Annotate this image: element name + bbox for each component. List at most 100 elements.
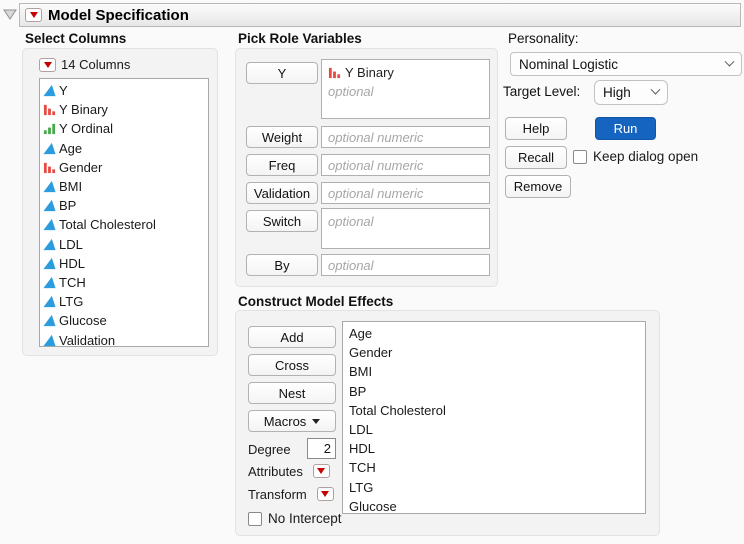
model-specification-dialog: { "header": { "title": "Model Specificat… — [0, 0, 744, 544]
column-item[interactable]: LTG — [43, 292, 205, 311]
construct-model-effects-label: Construct Model Effects — [238, 294, 393, 309]
disclosure-triangle-icon[interactable] — [3, 9, 17, 20]
pick-role-variables-label: Pick Role Variables — [238, 31, 362, 46]
column-item[interactable]: Total Cholesterol — [43, 215, 205, 234]
attributes-label: Attributes — [248, 464, 303, 479]
nest-button[interactable]: Nest — [248, 382, 336, 404]
effect-item[interactable]: HDL — [349, 439, 639, 458]
keep-dialog-open-label: Keep dialog open — [593, 149, 698, 164]
continuous-icon — [43, 257, 56, 270]
effect-item[interactable]: BMI — [349, 362, 639, 381]
macros-label: Macros — [264, 414, 307, 429]
select-columns-panel: 14 Columns Y Y Binary Y Ordinal Age Gend… — [22, 48, 218, 356]
column-item[interactable]: TCH — [43, 273, 205, 292]
target-level-label: Target Level: — [503, 84, 580, 99]
remove-button[interactable]: Remove — [505, 175, 571, 198]
add-button[interactable]: Add — [248, 326, 336, 348]
freq-role-button[interactable]: Freq — [246, 154, 318, 176]
nominal-icon — [43, 103, 56, 116]
column-item[interactable]: Y — [43, 81, 205, 100]
chevron-down-icon — [651, 85, 661, 95]
y-optional-placeholder: optional — [328, 82, 483, 101]
personality-label: Personality: — [508, 31, 579, 46]
continuous-icon — [43, 180, 56, 193]
attributes-menu-icon[interactable] — [313, 464, 330, 478]
continuous-icon — [43, 142, 56, 155]
effect-item[interactable]: TCH — [349, 458, 639, 477]
cross-button[interactable]: Cross — [248, 354, 336, 376]
transform-label: Transform — [248, 487, 307, 502]
target-level-value: High — [603, 85, 631, 100]
by-role-button[interactable]: By — [246, 254, 318, 276]
effect-item[interactable]: LDL — [349, 420, 639, 439]
continuous-icon — [43, 276, 56, 289]
validation-role-button[interactable]: Validation — [246, 182, 318, 204]
switch-optional-placeholder: optional — [328, 212, 483, 231]
effect-item[interactable]: Glucose — [349, 497, 639, 514]
page-title: Model Specification — [48, 7, 189, 24]
no-intercept-row[interactable]: No Intercept — [248, 511, 342, 526]
column-item[interactable]: Glucose — [43, 311, 205, 330]
freq-role-field[interactable] — [321, 154, 490, 176]
y-role-box[interactable]: Y Binary optional — [321, 59, 490, 119]
weight-role-button[interactable]: Weight — [246, 126, 318, 148]
column-item[interactable]: Y Ordinal — [43, 119, 205, 138]
effect-item[interactable]: Age — [349, 324, 639, 343]
column-item[interactable]: BMI — [43, 177, 205, 196]
columns-listbox[interactable]: Y Y Binary Y Ordinal Age Gender BMI BP T… — [39, 78, 209, 347]
columns-count-label: 14 Columns — [61, 57, 130, 72]
y-role-button[interactable]: Y — [246, 62, 318, 84]
column-item[interactable]: LDL — [43, 235, 205, 254]
help-button[interactable]: Help — [505, 117, 567, 140]
model-effects-listbox[interactable]: Age Gender BMI BP Total Cholesterol LDL … — [342, 321, 646, 514]
ordinal-icon — [43, 122, 56, 135]
weight-role-field[interactable] — [321, 126, 490, 148]
transform-menu-icon[interactable] — [317, 487, 334, 501]
macros-button[interactable]: Macros — [248, 410, 336, 432]
pick-role-variables-panel: Y Y Binary optional Weight Freq Validati… — [235, 48, 498, 287]
y-assigned-item[interactable]: Y Binary — [328, 63, 483, 82]
transform-row: Transform — [248, 485, 334, 503]
column-item[interactable]: Y Binary — [43, 100, 205, 119]
continuous-icon — [43, 199, 56, 212]
validation-role-field[interactable] — [321, 182, 490, 204]
attributes-row: Attributes — [248, 462, 330, 480]
continuous-icon — [43, 84, 56, 97]
target-level-dropdown[interactable]: High — [594, 80, 668, 105]
nominal-icon — [43, 161, 56, 174]
effect-item[interactable]: Gender — [349, 343, 639, 362]
keep-dialog-open-row[interactable]: Keep dialog open — [573, 149, 698, 164]
red-triangle-menu-icon[interactable] — [25, 8, 42, 22]
columns-filter-menu-icon[interactable] — [39, 58, 56, 72]
continuous-icon — [43, 218, 56, 231]
run-button[interactable]: Run — [595, 117, 656, 140]
continuous-icon — [43, 295, 56, 308]
column-item[interactable]: Age — [43, 139, 205, 158]
column-item[interactable]: HDL — [43, 254, 205, 273]
effect-item[interactable]: LTG — [349, 478, 639, 497]
nominal-icon — [328, 66, 341, 79]
chevron-down-icon — [725, 56, 735, 66]
switch-role-button[interactable]: Switch — [246, 210, 318, 232]
degree-input[interactable] — [307, 438, 336, 459]
no-intercept-checkbox[interactable] — [248, 512, 262, 526]
personality-dropdown[interactable]: Nominal Logistic — [510, 52, 742, 76]
effect-item[interactable]: Total Cholesterol — [349, 401, 639, 420]
recall-button[interactable]: Recall — [505, 146, 567, 169]
no-intercept-label: No Intercept — [268, 511, 342, 526]
switch-role-box[interactable]: optional — [321, 208, 490, 249]
continuous-icon — [43, 238, 56, 251]
column-item[interactable]: Gender — [43, 158, 205, 177]
keep-dialog-open-checkbox[interactable] — [573, 150, 587, 164]
continuous-icon — [43, 334, 56, 347]
degree-row: Degree — [248, 439, 291, 460]
column-item[interactable]: Validation — [43, 330, 205, 347]
outline-title-bar: Model Specification — [19, 3, 741, 27]
select-columns-label: Select Columns — [25, 31, 126, 46]
by-role-field[interactable] — [321, 254, 490, 276]
personality-value: Nominal Logistic — [519, 57, 618, 72]
construct-model-effects-panel: Add Cross Nest Macros Degree Attributes … — [235, 310, 660, 536]
degree-label: Degree — [248, 442, 291, 457]
column-item[interactable]: BP — [43, 196, 205, 215]
effect-item[interactable]: BP — [349, 382, 639, 401]
